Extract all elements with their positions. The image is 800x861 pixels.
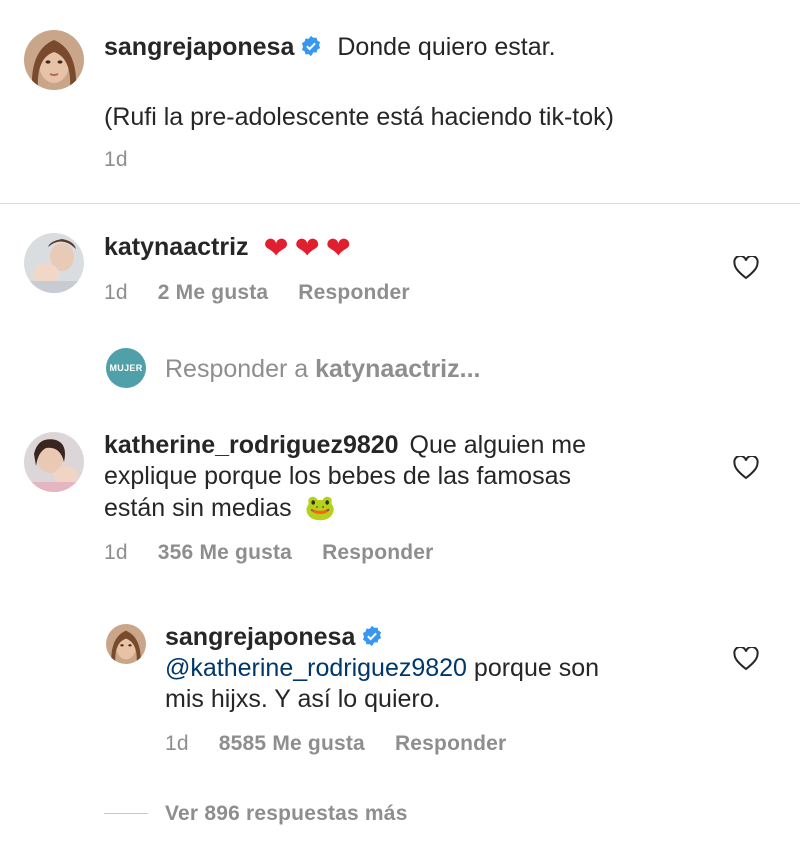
avatar-image — [24, 432, 84, 492]
reply-button[interactable]: Responder — [322, 541, 434, 564]
avatar-image — [24, 233, 84, 293]
comment-avatar-katynaactriz[interactable] — [24, 233, 84, 293]
nested-reply-time: 1d — [165, 732, 189, 755]
nested-reply-meta: 1d 8585 Me gusta Responder — [165, 732, 536, 756]
caption-text: Donde quiero estar. — [337, 33, 556, 61]
caption-meta: 1d — [104, 148, 158, 172]
heart-emoji: ❤❤❤ — [263, 232, 357, 265]
nested-reply-text-line2: mis hijxs. Y así lo quiero. — [165, 685, 441, 713]
view-more-replies-button[interactable]: Ver 896 respuestas más — [165, 802, 408, 826]
view-more-line — [104, 813, 148, 814]
caption-avatar[interactable] — [24, 30, 84, 90]
comment-meta: 1d 2 Me gusta Responder — [104, 281, 440, 305]
comment-username[interactable]: katynaactriz — [104, 233, 249, 261]
comment-time: 1d — [104, 541, 128, 564]
reply-prefix: Responder a — [165, 355, 309, 383]
comment-line1: katherine_rodriguez9820 Que alguien me — [104, 430, 586, 461]
comment-text-line3-text: están sin medias — [104, 494, 292, 522]
frog-emoji: 🐸 — [304, 493, 336, 522]
comment-avatar-katherine[interactable] — [24, 432, 84, 492]
verified-badge-icon — [302, 35, 321, 57]
reply-box-avatar: MUJER — [106, 348, 146, 388]
caption-time: 1d — [104, 148, 128, 171]
like-heart-icon[interactable] — [733, 256, 759, 280]
caption-username[interactable]: sangrejaponesa — [104, 33, 294, 61]
caption-line1: sangrejaponesa Donde quiero estar. — [104, 32, 556, 63]
nested-reply-avatar[interactable] — [106, 624, 146, 664]
nested-reply-likes[interactable]: 8585 Me gusta — [219, 732, 365, 755]
comment-likes[interactable]: 356 Me gusta — [158, 541, 292, 564]
reply-button[interactable]: Responder — [395, 732, 507, 755]
nested-reply-text: porque son — [466, 654, 600, 682]
reply-input[interactable]: Responder a katynaactriz... — [165, 354, 480, 385]
avatar-logo-text: MUJER — [109, 363, 143, 373]
comment-likes[interactable]: 2 Me gusta — [158, 281, 269, 304]
nested-reply-username[interactable]: sangrejaponesa — [165, 623, 355, 651]
avatar-image — [24, 30, 84, 90]
comment-line1: katynaactriz ❤❤❤ — [104, 232, 357, 264]
comment-meta: 1d 356 Me gusta Responder — [104, 541, 464, 565]
divider — [0, 203, 800, 204]
avatar-image — [106, 624, 146, 664]
comment-text-line2: explique porque los bebes de las famosas — [104, 462, 571, 490]
nested-reply-text-line1: @katherine_rodriguez9820 porque son — [165, 653, 599, 684]
comment-text-line3: están sin medias 🐸 — [104, 492, 336, 524]
comment-username[interactable]: katherine_rodriguez9820 — [104, 431, 399, 459]
verified-badge-icon — [363, 625, 382, 647]
caption-text-line2: (Rufi la pre-adolescente está haciendo t… — [104, 103, 614, 131]
mention-link[interactable]: @katherine_rodriguez9820 — [165, 654, 467, 682]
reply-button[interactable]: Responder — [298, 281, 410, 304]
comment-time: 1d — [104, 281, 128, 304]
comment-text: Que alguien me — [409, 431, 587, 459]
reply-target: katynaactriz... — [315, 355, 481, 383]
nested-reply-line1: sangrejaponesa — [165, 622, 383, 653]
like-heart-icon[interactable] — [733, 647, 759, 671]
like-heart-icon[interactable] — [733, 456, 759, 480]
